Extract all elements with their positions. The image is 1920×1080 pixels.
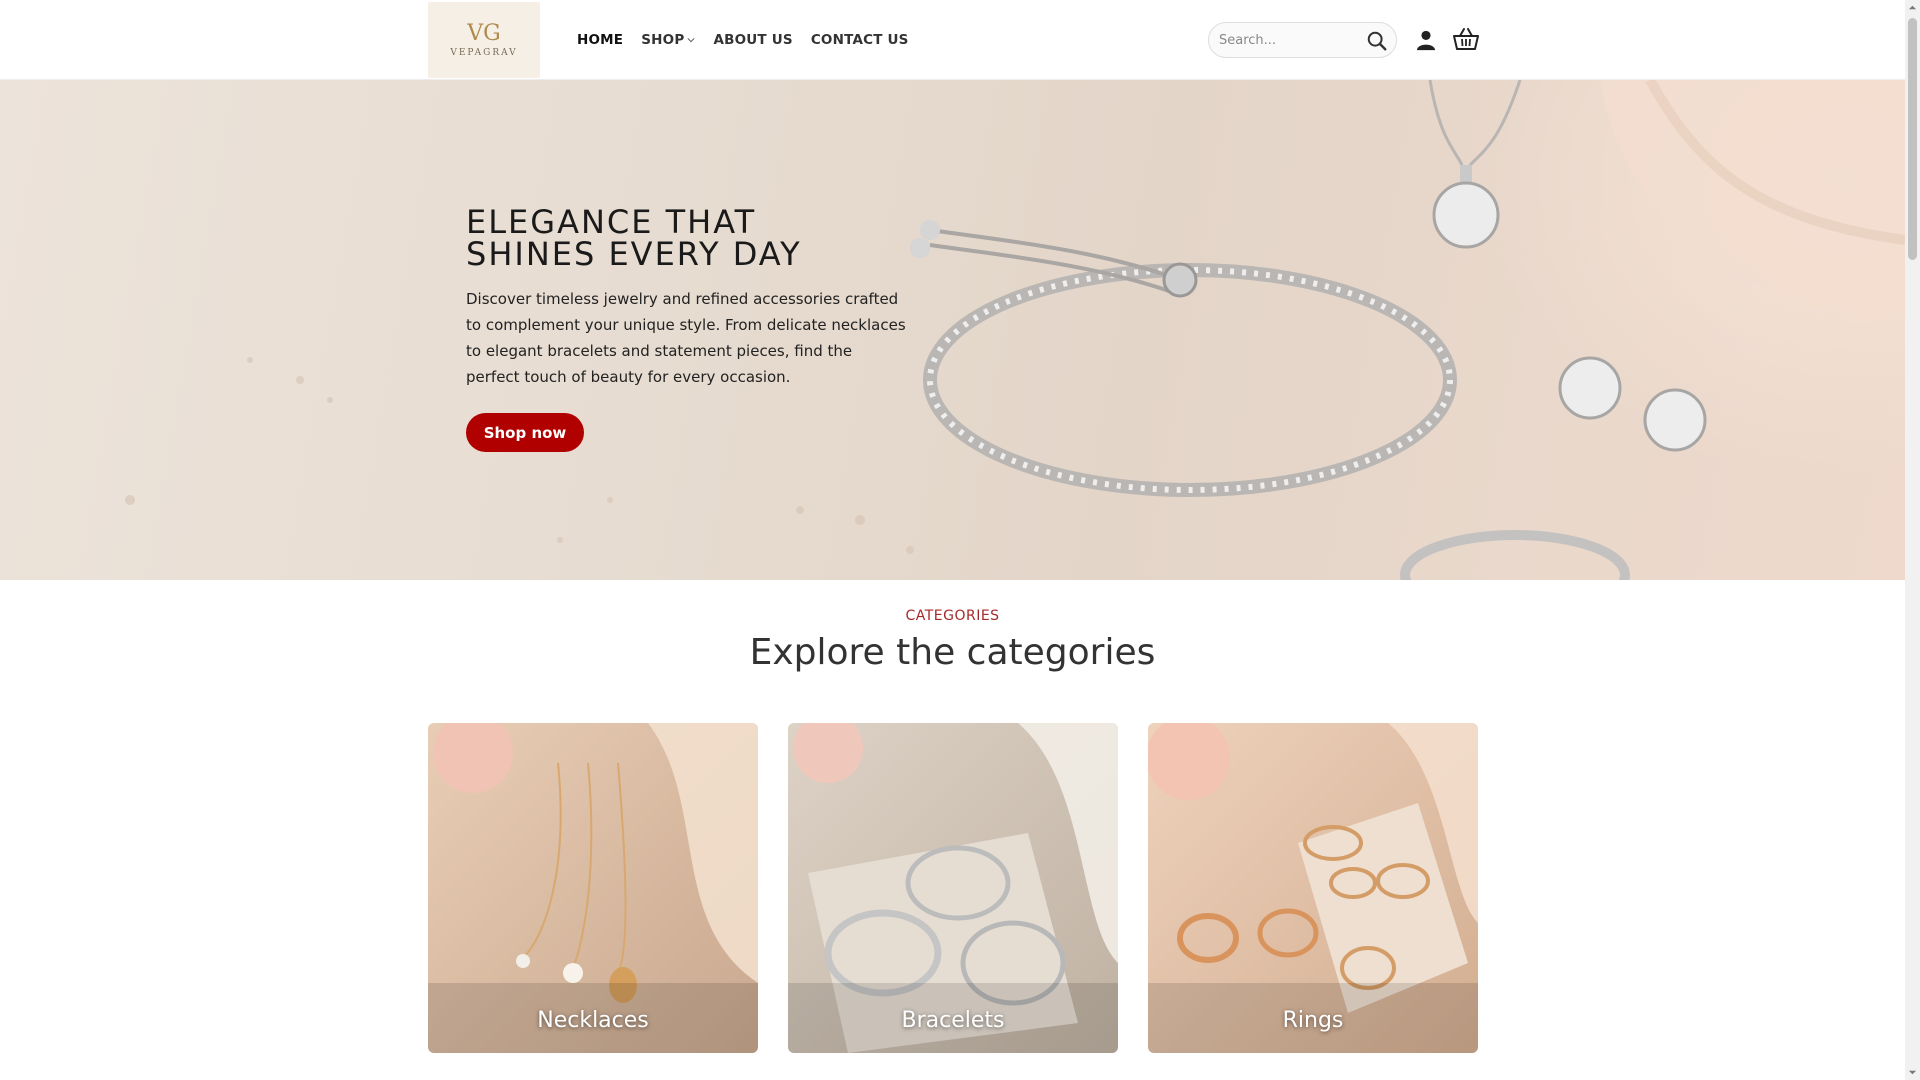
- category-card-necklaces[interactable]: Necklaces: [428, 723, 758, 1053]
- nav-contact-us-label: CONTACT US: [810, 32, 909, 48]
- chevron-down-icon: [687, 38, 696, 43]
- site-header: VG VEPAGRAV HOME SHOP ABOUT US CONTACT U…: [0, 0, 1905, 80]
- search-input[interactable]: [1209, 32, 1359, 48]
- nav-contact-us[interactable]: CONTACT US: [811, 32, 909, 48]
- rings-image: [1148, 723, 1478, 1053]
- necklaces-image: [428, 723, 758, 1053]
- scroll-down-arrow-icon[interactable]: [1908, 1068, 1917, 1077]
- nav-about-us[interactable]: ABOUT US: [713, 32, 792, 48]
- shop-now-button[interactable]: Shop now: [466, 413, 584, 452]
- brand-logo[interactable]: VG VEPAGRAV: [428, 2, 540, 78]
- hero-banner: ELEGANCE THAT SHINES EVERY DAY Discover …: [0, 80, 1905, 580]
- user-icon[interactable]: [1415, 29, 1437, 51]
- hero-title: ELEGANCE THAT SHINES EVERY DAY: [466, 206, 926, 270]
- main-nav: HOME SHOP ABOUT US CONTACT US: [577, 0, 909, 80]
- categories-title: Explore the categories: [749, 632, 1156, 673]
- cart-icon[interactable]: [1453, 27, 1479, 51]
- category-label-rings: Rings: [1282, 1008, 1344, 1033]
- logo-mark: VG: [467, 21, 501, 46]
- hero-description: Discover timeless jewelry and refined ac…: [466, 290, 906, 386]
- hero-jewelry-image: [125, 80, 1905, 580]
- logo-wordmark: VEPAGRAV: [450, 48, 518, 58]
- category-card-rings[interactable]: Rings: [1148, 723, 1478, 1053]
- category-card-bracelets[interactable]: Bracelets: [788, 723, 1118, 1053]
- nav-home-label: HOME: [577, 32, 624, 48]
- nav-home[interactable]: HOME: [577, 32, 623, 48]
- bracelets-image: [788, 723, 1118, 1053]
- page-scrollbar[interactable]: [1905, 0, 1920, 1080]
- nav-about-us-label: ABOUT US: [713, 32, 793, 48]
- category-label-bracelets: Bracelets: [901, 1008, 1005, 1033]
- scroll-up-arrow-icon[interactable]: [1908, 3, 1917, 12]
- scrollbar-thumb[interactable]: [1908, 18, 1917, 260]
- hero-title-line2: SHINES EVERY DAY: [466, 235, 802, 273]
- nav-shop[interactable]: SHOP: [641, 32, 696, 48]
- category-label-necklaces: Necklaces: [537, 1008, 649, 1033]
- nav-shop-label: SHOP: [641, 32, 685, 48]
- search-icon[interactable]: [1366, 30, 1388, 52]
- search-box: [1208, 22, 1397, 58]
- categories-eyebrow: CATEGORIES: [905, 608, 1000, 624]
